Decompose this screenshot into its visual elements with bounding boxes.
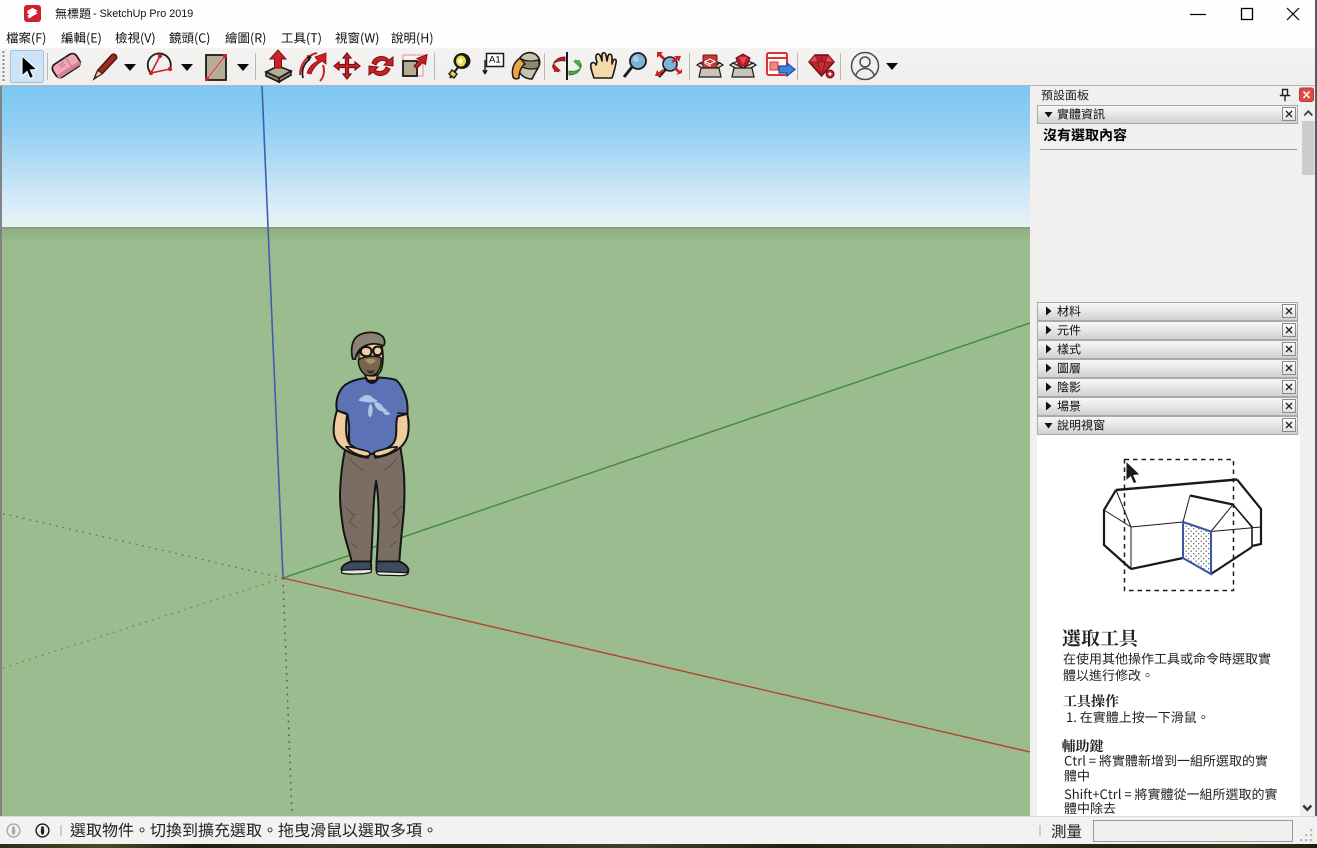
svg-text:- SketchUp Pro 2019: - SketchUp Pro 2019 xyxy=(93,8,193,20)
svg-text:A1: A1 xyxy=(489,55,501,66)
